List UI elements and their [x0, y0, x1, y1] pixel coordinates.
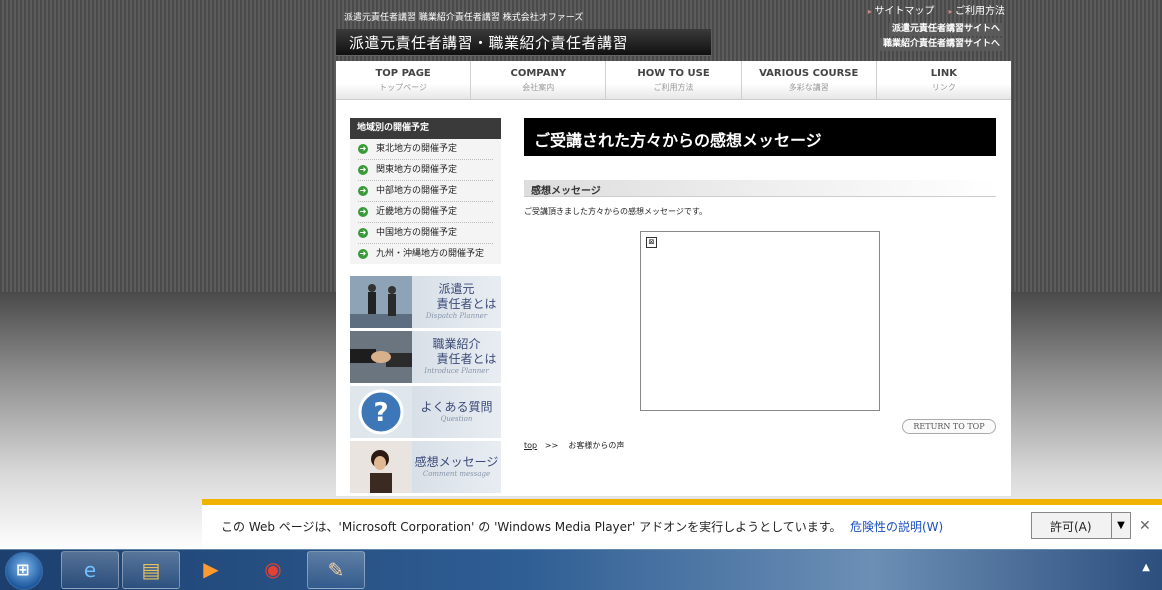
arrow-right-icon: ➜ — [358, 186, 368, 196]
banner-title-1: 派遣元 — [438, 282, 475, 296]
nav-label: HOW TO USE — [637, 68, 710, 79]
nav-how-to-use[interactable]: HOW TO USE ご利用方法 — [606, 61, 742, 99]
nav-various-course[interactable]: VARIOUS COURSE 多彩な講習 — [742, 61, 877, 99]
nav-sublabel: リンク — [931, 83, 956, 92]
page-title-bar: ご受講された方々からの感想メッセージ — [524, 118, 996, 156]
return-to-top-button[interactable]: RETURN TO TOP — [902, 419, 996, 434]
arrow-right-icon: ➜ — [358, 165, 368, 175]
file-explorer-icon[interactable]: ▤ — [122, 551, 180, 589]
banner-subtitle: Comment message — [422, 470, 491, 478]
nav-label: TOP PAGE — [375, 68, 431, 79]
nav-link[interactable]: LINK リンク — [877, 61, 1011, 99]
chrome-icon[interactable]: ◉ — [245, 551, 301, 587]
banner-title-2: 責任者とは — [436, 297, 497, 311]
nav-sublabel: 多彩な講習 — [788, 83, 829, 92]
header-tagline: 派遣元責任者講習 職業紹介責任者講習 株式会社オファーズ — [344, 13, 584, 23]
page-title: ご受講された方々からの感想メッセージ — [534, 131, 822, 150]
region-item-chugoku[interactable]: ➜ 中国地方の開催予定 — [358, 223, 493, 244]
banner-dispatch-planner[interactable]: 派遣元 責任者とは Dispatch Planner — [350, 276, 501, 328]
windows-logo-icon: ⊞ — [16, 560, 30, 579]
section-description: ご受講頂きました方々からの感想メッセージです。 — [524, 207, 708, 216]
arrow-right-icon: ➜ — [358, 249, 368, 259]
banner-subtitle: Introduce Planner — [424, 367, 489, 375]
top-links: サイトマップ ご利用方法 — [868, 2, 1005, 17]
sitemap-link[interactable]: サイトマップ — [868, 2, 934, 17]
allow-button-label[interactable]: 許可(A) — [1050, 518, 1092, 535]
breadcrumb-top-link[interactable]: top — [524, 441, 537, 450]
site-title-bar: 派遣元責任者講習・職業紹介責任者講習 — [336, 29, 711, 56]
ie-notification-bar: この Web ページは、'Microsoft Corporation' の 'W… — [202, 499, 1162, 555]
banner-text: 職業紹介 責任者とは Introduce Planner — [412, 331, 501, 383]
region-item-chubu[interactable]: ➜ 中部地方の開催予定 — [358, 181, 493, 202]
close-icon[interactable]: ✕ — [1139, 518, 1151, 534]
introduce-site-button[interactable]: 職業紹介責任者講習サイトへ — [879, 38, 1003, 51]
addon-warning-message: この Web ページは、'Microsoft Corporation' の 'W… — [221, 520, 842, 534]
sidebar-heading: 地域別の開催予定 — [350, 118, 501, 139]
page-content: TOP PAGE トップページ COMPANY 会社案内 HOW TO USE … — [336, 61, 1011, 496]
banner-comment-message[interactable]: 感想メッセージ Comment message — [350, 441, 501, 493]
region-label: 中部地方の開催予定 — [376, 186, 458, 196]
nav-top-page[interactable]: TOP PAGE トップページ — [336, 61, 472, 99]
site-title[interactable]: 派遣元責任者講習・職業紹介責任者講習 — [349, 32, 628, 53]
nav-label: COMPANY — [510, 68, 567, 79]
section-heading: 感想メッセージ — [531, 186, 601, 197]
breadcrumb-separator: >> — [544, 441, 559, 450]
banner-faq[interactable]: ? よくある質問 Question — [350, 386, 501, 438]
breadcrumb: top >> お客様からの声 — [524, 440, 624, 451]
business-people-photo — [350, 276, 412, 328]
global-nav: TOP PAGE トップページ COMPANY 会社案内 HOW TO USE … — [336, 61, 1011, 100]
section-heading-bar: 感想メッセージ — [524, 180, 996, 197]
nav-label: VARIOUS COURSE — [759, 68, 859, 79]
banner-title-1: よくある質問 — [420, 400, 493, 414]
nav-label: LINK — [930, 68, 958, 79]
region-label: 九州・沖縄地方の開催予定 — [376, 249, 485, 259]
nav-sublabel: 会社案内 — [522, 83, 555, 92]
banner-text: 派遣元 責任者とは Dispatch Planner — [412, 276, 501, 328]
banner-title-1: 職業紹介 — [432, 337, 481, 351]
region-item-tohoku[interactable]: ➜ 東北地方の開催予定 — [358, 139, 493, 160]
nav-sublabel: ご利用方法 — [653, 83, 694, 92]
region-label: 東北地方の開催予定 — [376, 144, 458, 154]
banner-introduce-planner[interactable]: 職業紹介 責任者とは Introduce Planner — [350, 331, 501, 383]
question-mark-icon: ? — [350, 386, 412, 438]
svg-text:?: ? — [373, 398, 388, 428]
arrow-right-icon: ➜ — [358, 228, 368, 238]
banner-subtitle: Question — [440, 415, 473, 423]
region-item-kanto[interactable]: ➜ 関東地方の開催予定 — [358, 160, 493, 181]
nav-sublabel: トップページ — [379, 83, 428, 92]
dropdown-arrow-icon[interactable]: ▼ — [1111, 513, 1130, 538]
arrow-right-icon: ➜ — [358, 207, 368, 217]
breadcrumb-current: お客様からの声 — [568, 441, 625, 450]
region-label: 中国地方の開催予定 — [376, 228, 458, 238]
region-item-kyushu[interactable]: ➜ 九州・沖縄地方の開催予定 — [358, 244, 493, 264]
handshake-photo — [350, 331, 412, 383]
region-item-kinki[interactable]: ➜ 近畿地方の開催予定 — [358, 202, 493, 223]
region-label: 近畿地方の開催予定 — [376, 207, 458, 217]
arrow-right-icon: ➜ — [358, 144, 368, 154]
sidebar: 地域別の開催予定 ➜ 東北地方の開催予定 ➜ 関東地方の開催予定 ➜ 中部地方の開催予… — [350, 118, 501, 493]
risk-explanation-link[interactable]: 危険性の説明(W) — [850, 518, 943, 535]
region-list: ➜ 東北地方の開催予定 ➜ 関東地方の開催予定 ➜ 中部地方の開催予定 ➜ 近畿地方の開… — [350, 139, 501, 264]
banner-text: よくある質問 Question — [412, 386, 501, 438]
start-button[interactable]: ⊞ — [5, 552, 43, 590]
broken-plugin-icon: ⊠ — [646, 237, 657, 248]
region-label: 関東地方の開催予定 — [376, 165, 458, 175]
internet-explorer-icon[interactable]: e — [61, 551, 119, 589]
windows-taskbar: ⊞ e ▤ ▶ ◉ ✎ ▲ — [0, 549, 1162, 590]
banner-text: 感想メッセージ Comment message — [412, 441, 501, 493]
media-player-icon[interactable]: ▶ — [183, 551, 239, 587]
show-hidden-icons-icon[interactable]: ▲ — [1142, 562, 1150, 573]
media-player-embed[interactable]: ⊠ — [640, 231, 880, 411]
banner-title-1: 感想メッセージ — [414, 455, 499, 469]
allow-split-button[interactable]: 許可(A) ▼ — [1031, 512, 1131, 539]
dispatch-site-button[interactable]: 派遣元責任者講習サイトへ — [888, 23, 1003, 36]
operator-photo — [350, 441, 412, 493]
usage-link[interactable]: ご利用方法 — [948, 2, 1005, 17]
banner-title-2: 責任者とは — [436, 352, 497, 366]
nav-company[interactable]: COMPANY 会社案内 — [471, 61, 607, 99]
banner-subtitle: Dispatch Planner — [425, 312, 488, 320]
paint-icon[interactable]: ✎ — [307, 551, 365, 589]
